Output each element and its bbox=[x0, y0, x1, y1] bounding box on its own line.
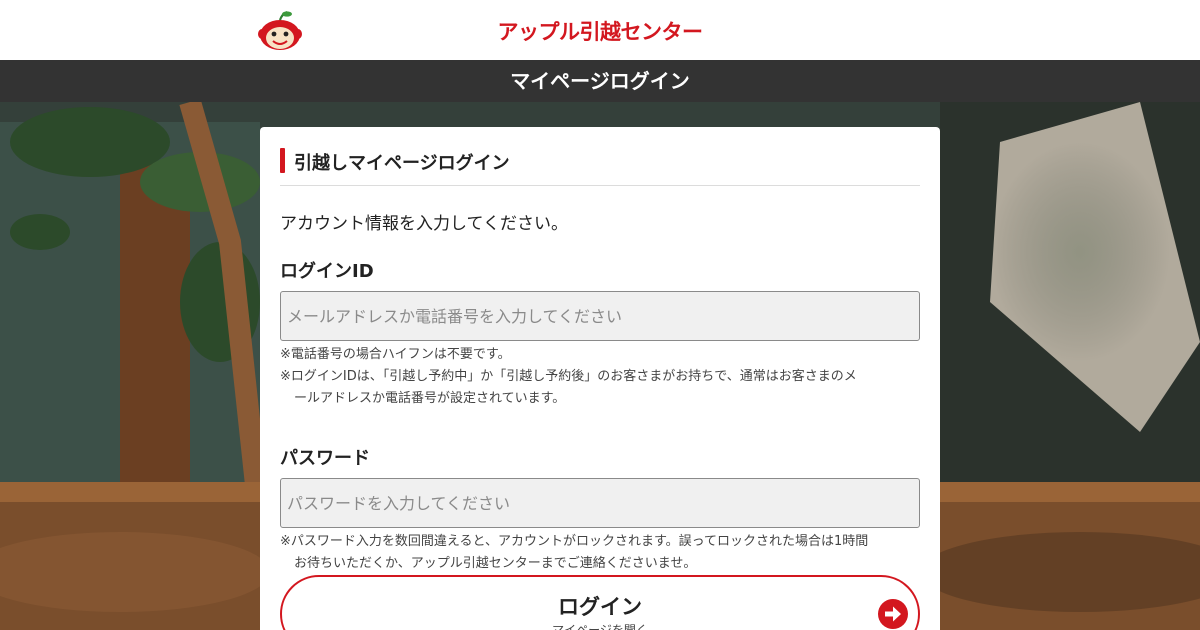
login-id-note: ※ログインIDは、「引越し予約中」か「引越し予約後」のお客さまがお持ちで、通常は… bbox=[280, 369, 857, 384]
login-id-input[interactable] bbox=[280, 291, 920, 341]
site-header: アップル引越センター bbox=[0, 0, 1200, 60]
brand-name: アップル引越センター bbox=[497, 20, 704, 44]
lead-text: アカウント情報を入力してください。 bbox=[280, 214, 568, 234]
arrow-right-circle-icon bbox=[878, 599, 908, 629]
section-title: 引越しマイページログイン bbox=[294, 153, 510, 174]
login-id-note: ールアドレスか電話番号が設定されています。 bbox=[294, 391, 566, 406]
monkey-mascot-icon[interactable] bbox=[258, 9, 302, 51]
password-input[interactable] bbox=[280, 478, 920, 528]
page-title-bar: マイページログイン bbox=[0, 60, 1200, 102]
password-note: お待ちいただくか、アップル引越センターまでご連絡くださいませ。 bbox=[294, 556, 697, 571]
login-card: 引越しマイページログイン アカウント情報を入力してください。 ログインID ※電… bbox=[260, 127, 940, 630]
login-id-notes: ※電話番号の場合ハイフンは不要です。 ※ログインIDは、「引越し予約中」か「引越… bbox=[280, 344, 920, 410]
section-accent-bar bbox=[280, 148, 285, 173]
password-label: パスワード bbox=[280, 448, 370, 469]
page-title: マイページログイン bbox=[510, 69, 690, 93]
login-id-note: ※電話番号の場合ハイフンは不要です。 bbox=[280, 347, 511, 362]
password-note: ※パスワード入力を数回間違えると、アカウントがロックされます。誤ってロックされた… bbox=[280, 534, 869, 549]
login-button-label: ログイン bbox=[558, 595, 642, 619]
login-button-sublabel: マイページを開く bbox=[552, 623, 648, 630]
login-id-label: ログインID bbox=[280, 261, 374, 282]
section-header: 引越しマイページログイン bbox=[280, 147, 920, 186]
login-button[interactable]: ログイン マイページを開く bbox=[280, 575, 920, 630]
password-notes: ※パスワード入力を数回間違えると、アカウントがロックされます。誤ってロックされた… bbox=[280, 531, 920, 575]
